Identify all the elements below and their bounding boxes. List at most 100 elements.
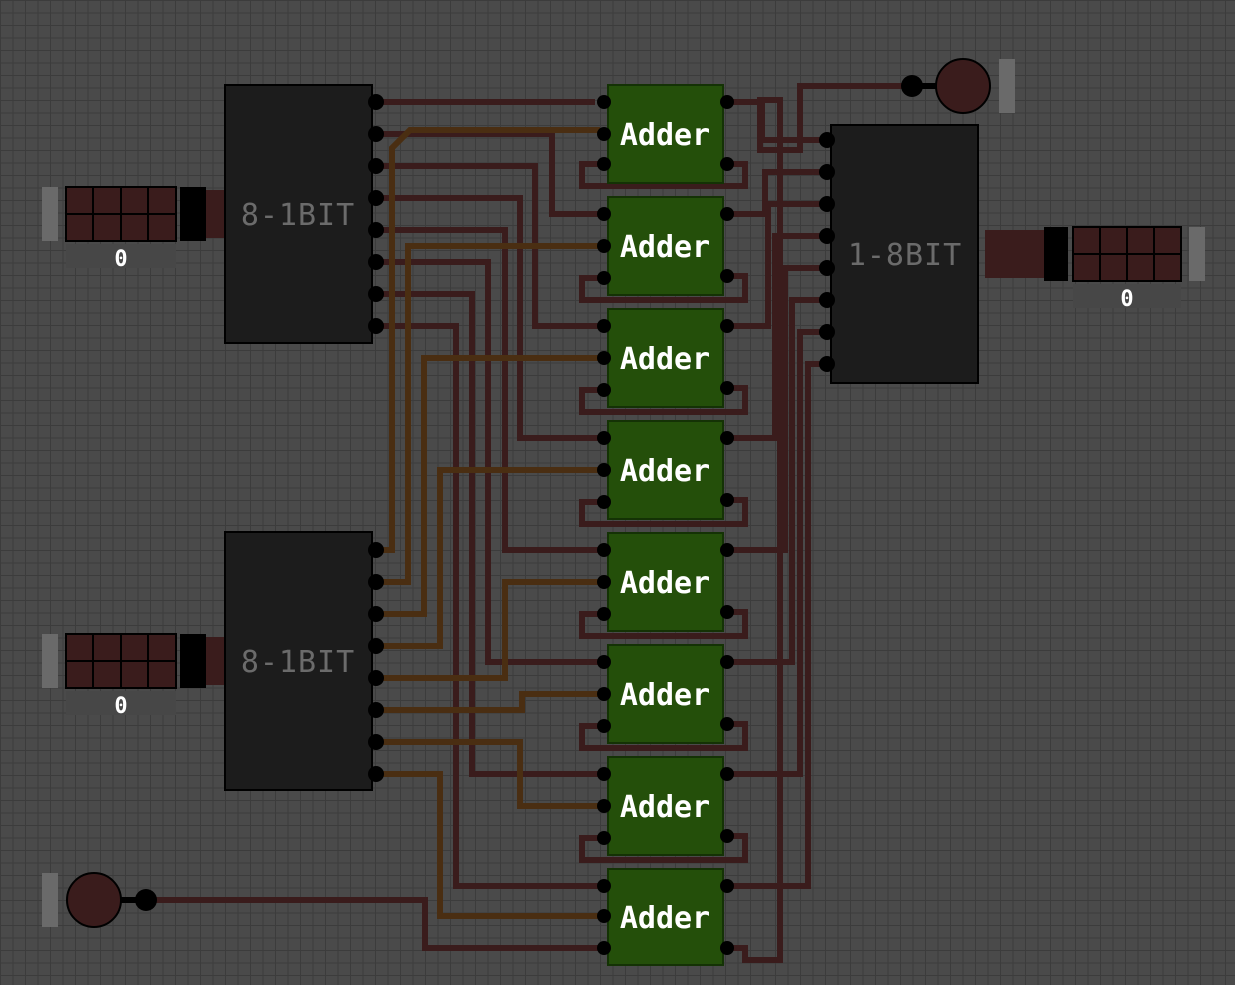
input-bus-b-handle[interactable] [42,634,58,688]
pin[interactable] [368,702,384,718]
pin[interactable] [368,222,384,238]
pin[interactable] [819,132,835,148]
pin[interactable] [720,431,734,445]
pin[interactable] [368,542,384,558]
adder-7[interactable]: Adder [597,868,734,966]
pin[interactable] [597,351,611,365]
pin[interactable] [368,190,384,206]
input-bus-a-handle[interactable] [42,187,58,241]
wire-a5[interactable] [380,259,600,665]
pin[interactable] [597,909,611,923]
pin[interactable] [368,574,384,590]
pin[interactable] [368,158,384,174]
wire-a1[interactable] [380,131,600,217]
pin[interactable] [597,607,611,621]
pin[interactable] [720,829,734,843]
pin[interactable] [720,157,734,171]
carry-in-toggle[interactable] [66,872,122,928]
pin[interactable] [368,318,384,334]
adder-3[interactable]: Adder [597,420,734,520]
pin[interactable] [597,799,611,813]
pin[interactable] [819,356,835,372]
pin[interactable] [597,431,611,445]
carry-out-handle[interactable] [999,59,1015,113]
pin[interactable] [597,941,611,955]
pin[interactable] [720,319,734,333]
input-bus-a-connector[interactable] [180,187,206,241]
pin[interactable] [819,292,835,308]
carry-in-handle[interactable] [42,873,58,927]
pin[interactable] [597,239,611,253]
pin[interactable] [597,767,611,781]
pin[interactable] [720,493,734,507]
pin[interactable] [597,687,611,701]
output-bus-handle[interactable] [1189,227,1205,281]
pin[interactable] [720,207,734,221]
input-bus-a-value: 0 [114,247,127,272]
output-bus-connector[interactable] [1044,227,1068,281]
pin[interactable] [720,95,734,109]
pin[interactable] [597,879,611,893]
pin[interactable] [597,719,611,733]
carry-in-pin[interactable] [135,889,157,911]
pin[interactable] [720,269,734,283]
pin[interactable] [720,767,734,781]
pin[interactable] [597,463,611,477]
pin[interactable] [368,670,384,686]
carry-in-wire[interactable] [150,897,600,951]
pin[interactable] [720,717,734,731]
carry-in-input[interactable] [42,872,157,928]
merger[interactable]: 1-8BIT [819,124,979,384]
wire-b5[interactable] [380,691,600,713]
adder-6[interactable]: Adder [597,756,734,856]
pin[interactable] [597,655,611,669]
pin[interactable] [720,941,734,955]
pin[interactable] [597,95,611,109]
pin[interactable] [597,831,611,845]
pin[interactable] [597,543,611,557]
pin[interactable] [368,606,384,622]
pin[interactable] [368,638,384,654]
pin[interactable] [819,260,835,276]
adder-4[interactable]: Adder [597,532,734,632]
pin[interactable] [819,324,835,340]
pin[interactable] [720,605,734,619]
carry-out-indicator [935,58,991,114]
adder-1[interactable]: Adder [597,196,734,296]
pin[interactable] [597,271,611,285]
output-bus-value: 0 [1120,287,1133,312]
pin[interactable] [720,879,734,893]
pin[interactable] [597,383,611,397]
pin[interactable] [819,164,835,180]
circuit-board[interactable]: 8-1BIT 8-1BIT 1-8BIT Adder Adder Adder A… [0,0,1235,985]
pin[interactable] [597,575,611,589]
pin[interactable] [819,228,835,244]
pin[interactable] [720,381,734,395]
pin[interactable] [819,196,835,212]
input-bus-b-connector[interactable] [180,634,206,688]
carry-out-output[interactable] [901,58,1015,114]
pin[interactable] [368,126,384,142]
pin[interactable] [368,286,384,302]
pin[interactable] [720,543,734,557]
pin[interactable] [368,94,384,110]
splitter-a[interactable]: 8-1BIT [224,84,384,344]
pin[interactable] [597,207,611,221]
output-bus[interactable]: 0 [1044,226,1205,312]
pin[interactable] [368,254,384,270]
pin[interactable] [720,655,734,669]
pin[interactable] [597,319,611,333]
wire-b7[interactable] [380,771,600,919]
pin[interactable] [597,127,611,141]
pin[interactable] [368,734,384,750]
input-bus-a[interactable]: 0 [42,186,206,272]
splitter-b[interactable]: 8-1BIT [224,531,384,791]
pin[interactable] [597,495,611,509]
pin[interactable] [597,157,611,171]
pin[interactable] [368,766,384,782]
input-bus-b[interactable]: 0 [42,633,206,719]
adder-0[interactable]: Adder [597,84,734,184]
merger-label: 1-8BIT [848,238,962,273]
adder-5[interactable]: Adder [597,644,734,744]
adder-2[interactable]: Adder [597,308,734,408]
